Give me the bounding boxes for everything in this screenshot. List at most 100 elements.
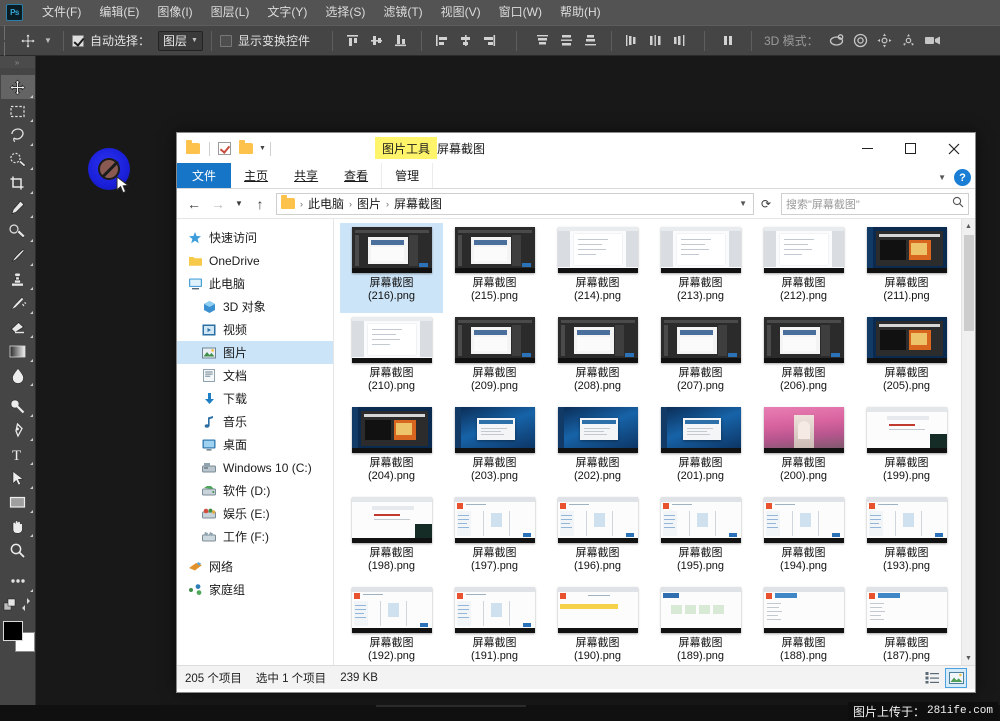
- back-arrow-icon[interactable]: ←: [183, 193, 205, 215]
- distribute-vertical-center-icon[interactable]: [556, 30, 578, 52]
- file-item[interactable]: 屏幕截图(196).png: [546, 493, 649, 583]
- auto-select-target-dropdown[interactable]: 图层 ▼: [158, 31, 203, 51]
- file-item[interactable]: 屏幕截图(195).png: [649, 493, 752, 583]
- search-icon[interactable]: [952, 196, 964, 211]
- properties-icon[interactable]: [214, 139, 234, 159]
- breadcrumb-screenshots[interactable]: 屏幕截图: [394, 195, 442, 212]
- scrollbar-thumb[interactable]: [964, 235, 974, 331]
- move-tool[interactable]: [1, 75, 35, 99]
- align-vertical-centers-icon[interactable]: [366, 30, 388, 52]
- file-explorer-window[interactable]: ▼ 图片工具 屏幕截图 文件 主页 共享 查看 管理 ▼ ? ← →: [176, 132, 976, 693]
- hand-tool[interactable]: [1, 514, 35, 538]
- distribute-bottom-icon[interactable]: [580, 30, 602, 52]
- forward-arrow-icon[interactable]: →: [207, 193, 229, 215]
- color-swatches[interactable]: [1, 621, 35, 653]
- clone-stamp-tool[interactable]: [1, 267, 35, 291]
- file-grid[interactable]: 屏幕截图(216).png屏幕截图(215).png屏幕截图(214).png屏…: [334, 219, 961, 665]
- menu-type[interactable]: 文字(Y): [258, 0, 316, 25]
- menu-layer[interactable]: 图层(L): [202, 0, 259, 25]
- align-horizontal-centers-icon[interactable]: [455, 30, 477, 52]
- vertical-scrollbar[interactable]: ▲ ▼: [961, 219, 975, 665]
- file-item[interactable]: 屏幕截图(213).png: [649, 223, 752, 313]
- sidebar-item-drive-e[interactable]: 娱乐 (E:): [177, 502, 333, 525]
- file-item[interactable]: 屏幕截图(215).png: [443, 223, 546, 313]
- maximize-button[interactable]: [889, 133, 932, 164]
- search-input[interactable]: 搜索"屏幕截图": [781, 193, 969, 215]
- align-and-distribute-icon[interactable]: [718, 30, 740, 52]
- sidebar-item-drive-d[interactable]: 软件 (D:): [177, 479, 333, 502]
- file-item[interactable]: 屏幕截图(194).png: [752, 493, 855, 583]
- auto-select-checkbox[interactable]: [72, 35, 84, 47]
- distribute-top-icon[interactable]: [532, 30, 554, 52]
- minimize-button[interactable]: [846, 133, 889, 164]
- file-item[interactable]: 屏幕截图(202).png: [546, 403, 649, 493]
- file-item[interactable]: 屏幕截图(189).png: [649, 583, 752, 665]
- distribute-right-icon[interactable]: [669, 30, 691, 52]
- menu-help[interactable]: 帮助(H): [551, 0, 610, 25]
- align-right-edges-icon[interactable]: [479, 30, 501, 52]
- tab-file[interactable]: 文件: [177, 163, 231, 188]
- show-transform-controls-checkbox[interactable]: [220, 35, 232, 47]
- menu-select[interactable]: 选择(S): [316, 0, 374, 25]
- file-item[interactable]: 屏幕截图(209).png: [443, 313, 546, 403]
- file-item[interactable]: 屏幕截图(193).png: [855, 493, 958, 583]
- 3d-pan-icon[interactable]: [873, 30, 897, 52]
- file-item[interactable]: 屏幕截图(190).png: [546, 583, 649, 665]
- chevron-down-icon[interactable]: ▼: [938, 173, 946, 182]
- pen-tool[interactable]: [1, 418, 35, 442]
- file-item[interactable]: 屏幕截图(192).png: [340, 583, 443, 665]
- sidebar-item-this-pc[interactable]: 此电脑: [177, 272, 333, 295]
- sidebar-item-network[interactable]: 网络: [177, 555, 333, 578]
- rectangular-marquee-tool[interactable]: [1, 99, 35, 123]
- 3d-rotate-icon[interactable]: [825, 30, 849, 52]
- gradient-tool[interactable]: [1, 339, 35, 363]
- options-bar-grip[interactable]: [0, 25, 9, 56]
- file-item[interactable]: 屏幕截图(212).png: [752, 223, 855, 313]
- sidebar-item-system-drive[interactable]: Windows 10 (C:): [177, 456, 333, 479]
- breadcrumb-pictures[interactable]: 图片: [357, 195, 381, 212]
- menu-edit[interactable]: 编辑(E): [90, 0, 148, 25]
- sidebar-item-homegroup[interactable]: 家庭组: [177, 578, 333, 601]
- path-selection-tool[interactable]: [1, 466, 35, 490]
- file-item[interactable]: 屏幕截图(208).png: [546, 313, 649, 403]
- chevron-down-icon[interactable]: ▼: [739, 199, 749, 208]
- 3d-scale-icon[interactable]: [921, 30, 945, 52]
- blur-tool[interactable]: [1, 363, 35, 387]
- refresh-icon[interactable]: ⟳: [756, 193, 776, 215]
- explorer-content-pane[interactable]: 屏幕截图(216).png屏幕截图(215).png屏幕截图(214).png屏…: [333, 219, 975, 665]
- 3d-slide-icon[interactable]: [897, 30, 921, 52]
- file-item[interactable]: 屏幕截图(191).png: [443, 583, 546, 665]
- sidebar-item-quick-access[interactable]: 快速访问: [177, 226, 333, 249]
- align-bottom-edges-icon[interactable]: [390, 30, 412, 52]
- brush-tool[interactable]: [1, 243, 35, 267]
- file-item[interactable]: 屏幕截图(203).png: [443, 403, 546, 493]
- sidebar-item-onedrive[interactable]: OneDrive: [177, 249, 333, 272]
- file-item[interactable]: 屏幕截图(207).png: [649, 313, 752, 403]
- distribute-horizontal-center-icon[interactable]: [645, 30, 667, 52]
- menu-image[interactable]: 图像(I): [148, 0, 201, 25]
- sidebar-item-documents[interactable]: 文档: [177, 364, 333, 387]
- close-button[interactable]: [932, 133, 975, 164]
- tab-manage[interactable]: 管理: [381, 163, 433, 188]
- history-brush-tool[interactable]: [1, 291, 35, 315]
- help-icon[interactable]: ?: [954, 169, 971, 186]
- file-item[interactable]: 屏幕截图(205).png: [855, 313, 958, 403]
- menu-filter[interactable]: 滤镜(T): [374, 0, 431, 25]
- file-item[interactable]: 屏幕截图(188).png: [752, 583, 855, 665]
- customize-caret-icon[interactable]: ▼: [259, 145, 266, 152]
- lasso-tool[interactable]: [1, 123, 35, 147]
- tab-view[interactable]: 查看: [331, 163, 381, 188]
- edit-toolbar-icon[interactable]: [1, 593, 35, 617]
- quick-selection-tool[interactable]: [1, 147, 35, 171]
- sidebar-item-desktop[interactable]: 桌面: [177, 433, 333, 456]
- scroll-down-icon[interactable]: ▼: [962, 651, 975, 665]
- tab-share[interactable]: 共享: [281, 163, 331, 188]
- file-item[interactable]: 屏幕截图(198).png: [340, 493, 443, 583]
- up-arrow-icon[interactable]: ↑: [249, 193, 271, 215]
- breadcrumb-this-pc[interactable]: 此电脑: [308, 195, 344, 212]
- recent-locations-caret-icon[interactable]: ▼: [231, 193, 247, 215]
- sidebar-item-drive-f[interactable]: 工作 (F:): [177, 525, 333, 548]
- tab-home[interactable]: 主页: [231, 163, 281, 188]
- file-item[interactable]: 屏幕截图(200).png: [752, 403, 855, 493]
- eyedropper-tool[interactable]: [1, 195, 35, 219]
